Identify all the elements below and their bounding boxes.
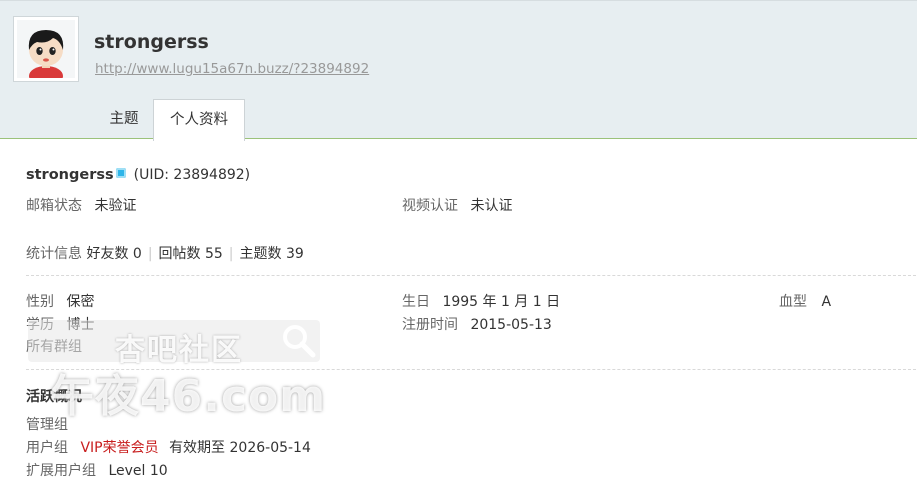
stats-separator: | xyxy=(147,246,153,262)
register-date-field: 注册时间 2015-05-13 xyxy=(402,314,552,334)
gender-value: 保密 xyxy=(66,294,95,310)
tab-topics[interactable]: 主题 xyxy=(96,99,152,141)
activity-section-title: 活跃概况 xyxy=(26,389,82,405)
stats-label: 统计信息 xyxy=(26,246,82,262)
ext-group-label: 扩展用户组 xyxy=(26,463,96,479)
video-verify-label: 视频认证 xyxy=(402,198,458,214)
profile-username: strongerss xyxy=(94,31,209,53)
stats-separator: | xyxy=(228,246,234,262)
register-date-label: 注册时间 xyxy=(402,317,458,333)
gender-field: 性别 保密 xyxy=(26,291,94,311)
email-status-label: 邮箱状态 xyxy=(26,198,82,214)
birthday-label: 生日 xyxy=(402,294,430,310)
watermark-cn-text: 杏吧社区 xyxy=(115,333,243,368)
groups-label: 所有群组 xyxy=(26,339,82,355)
profile-header: strongerss http://www.lugu15a67n.buzz/?2… xyxy=(0,0,917,141)
user-group-value[interactable]: VIP荣誉会员 xyxy=(80,440,158,456)
groups-field: 所有群组 xyxy=(26,336,82,356)
education-value: 博士 xyxy=(66,317,95,333)
blood-type-value: A xyxy=(821,294,832,310)
topics-count-link[interactable]: 主题数 39 xyxy=(240,246,304,262)
info-username: strongerss xyxy=(26,167,114,183)
birthday-field: 生日 1995 年 1 月 1 日 xyxy=(402,291,560,311)
ext-group-value[interactable]: Level 10 xyxy=(108,463,167,479)
blood-type-field: 血型 A xyxy=(779,291,831,311)
blood-type-label: 血型 xyxy=(779,294,807,310)
tab-profile[interactable]: 个人资料 xyxy=(153,99,245,141)
email-status-value: 未验证 xyxy=(94,198,137,214)
avatar[interactable] xyxy=(13,16,79,82)
replies-count-link[interactable]: 回帖数 55 xyxy=(159,246,223,262)
gender-label: 性别 xyxy=(26,294,54,310)
stats-line: 统计信息 好友数 0 | 回帖数 55 | 主题数 39 xyxy=(26,243,304,263)
user-name-line: strongerss (UID: 23894892) xyxy=(26,167,250,183)
admin-group-field: 管理组 xyxy=(26,414,68,434)
video-verify: 视频认证 未认证 xyxy=(402,195,512,215)
education-label: 学历 xyxy=(26,317,54,333)
divider xyxy=(26,275,916,276)
email-status: 邮箱状态 未验证 xyxy=(26,195,136,215)
profile-space-link[interactable]: http://www.lugu15a67n.buzz/?23894892 xyxy=(95,61,369,77)
birthday-value: 1995 年 1 月 1 日 xyxy=(442,294,561,310)
ext-group-field: 扩展用户组 Level 10 xyxy=(26,460,168,480)
user-uid: (UID: 23894892) xyxy=(133,167,251,183)
friends-count-link[interactable]: 好友数 0 xyxy=(86,246,141,262)
user-group-label: 用户组 xyxy=(26,440,68,456)
search-icon xyxy=(283,325,316,358)
verified-icon xyxy=(115,168,126,178)
education-field: 学历 博士 xyxy=(26,314,94,334)
admin-group-label: 管理组 xyxy=(26,417,68,433)
group-expiry: 有效期至 2026-05-14 xyxy=(169,440,311,456)
divider xyxy=(26,369,916,370)
avatar-image xyxy=(17,20,75,78)
user-group-field: 用户组 VIP荣誉会员 有效期至 2026-05-14 xyxy=(26,437,311,457)
register-date-value: 2015-05-13 xyxy=(470,317,552,333)
video-verify-value: 未认证 xyxy=(470,198,513,214)
